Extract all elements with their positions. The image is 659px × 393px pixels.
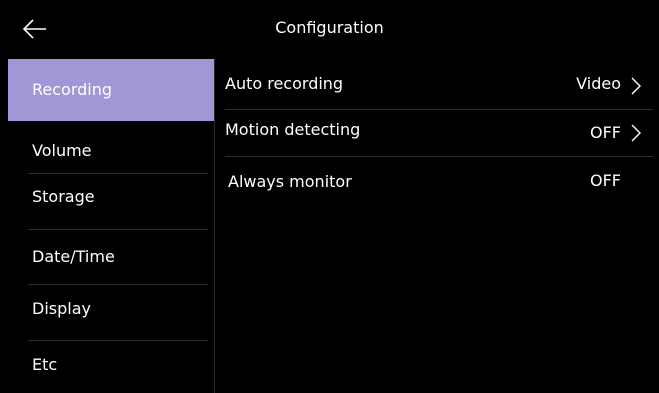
setting-value: Video xyxy=(576,74,621,93)
sidebar-item-storage[interactable]: Storage xyxy=(8,175,214,219)
arrow-left-icon xyxy=(22,19,46,39)
sidebar-item-label: Display xyxy=(32,299,91,318)
sidebar-item-label: Recording xyxy=(32,80,113,99)
sidebar-item-label: Storage xyxy=(32,187,95,206)
configuration-screen: Configuration Recording Volume Storage D… xyxy=(0,0,659,393)
setting-value: OFF xyxy=(590,171,621,190)
sidebar-divider xyxy=(28,340,208,341)
sidebar-divider xyxy=(28,284,208,285)
setting-value: OFF xyxy=(590,123,621,142)
top-bar: Configuration xyxy=(0,0,659,59)
sidebar-item-label: Date/Time xyxy=(32,247,115,266)
setting-label: Motion detecting xyxy=(225,120,361,139)
setting-label: Always monitor xyxy=(228,172,352,191)
setting-row-motion-detecting[interactable]: Motion detecting OFF xyxy=(215,109,659,155)
sidebar-item-recording[interactable]: Recording xyxy=(8,59,214,121)
sidebar-item-date-time[interactable]: Date/Time xyxy=(8,233,214,281)
setting-label: Auto recording xyxy=(225,74,344,93)
sidebar-item-etc[interactable]: Etc xyxy=(8,343,214,387)
sidebar-item-volume[interactable]: Volume xyxy=(8,130,214,172)
setting-row-auto-recording[interactable]: Auto recording Video xyxy=(215,61,659,107)
chevron-right-icon xyxy=(631,124,641,142)
sidebar: Recording Volume Storage Date/Time Displ… xyxy=(8,59,215,393)
chevron-right-icon xyxy=(631,77,641,95)
sidebar-item-label: Volume xyxy=(32,141,92,160)
row-divider xyxy=(225,156,653,157)
setting-row-always-monitor[interactable]: Always monitor OFF xyxy=(215,159,659,205)
sidebar-divider xyxy=(28,229,208,230)
settings-panel: Auto recording Video Motion detecting OF… xyxy=(215,59,659,393)
sidebar-divider xyxy=(28,173,208,174)
back-button[interactable] xyxy=(18,14,52,44)
sidebar-item-label: Etc xyxy=(32,355,58,374)
sidebar-item-display[interactable]: Display xyxy=(8,287,214,331)
page-title: Configuration xyxy=(275,18,384,37)
